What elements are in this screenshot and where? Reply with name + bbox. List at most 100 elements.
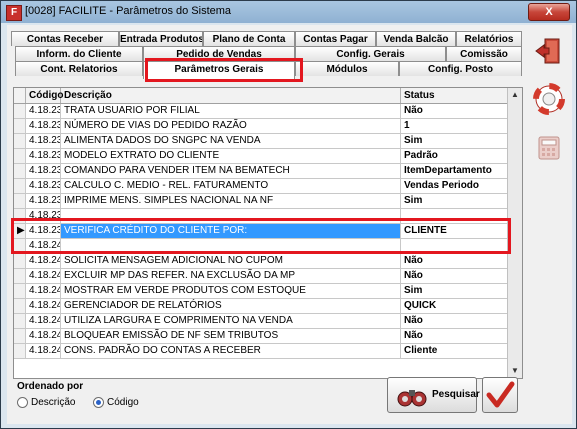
row-status: Não — [401, 269, 510, 283]
tab-strip: Contas Receber Entrada Produtos Plano de… — [11, 31, 525, 85]
row-code: 4.18.231 — [26, 104, 61, 118]
table-row[interactable]: 4.18.241SOLICITA MENSAGEM ADICIONAL NO C… — [14, 254, 510, 269]
row-status: QUICK — [401, 299, 510, 313]
row-indicator — [14, 134, 26, 148]
tab-relatorios[interactable]: Relatórios — [456, 31, 522, 46]
table-row[interactable]: 4.18.247CONS. PADRÃO DO CONTAS A RECEBER… — [14, 344, 510, 359]
tab-config-posto[interactable]: Config. Posto — [399, 61, 522, 76]
row-description: SOLICITA MENSAGEM ADICIONAL NO CUPOM — [61, 254, 401, 268]
tab-entrada-produtos[interactable]: Entrada Produtos — [119, 31, 203, 46]
table-row[interactable]: 4.18.233ALIMENTA DADOS DO SNGPC NA VENDA… — [14, 134, 510, 149]
calculator-icon[interactable] — [533, 131, 565, 163]
radio-descricao-label: Descrição — [31, 397, 76, 409]
tab-venda-balcao[interactable]: Venda Balcão — [376, 31, 456, 46]
row-indicator — [14, 179, 26, 193]
header-codigo[interactable]: Código — [26, 88, 63, 103]
table-row[interactable]: 4.18.236CALCULO C. MEDIO - REL. FATURAME… — [14, 179, 510, 194]
row-description: MOSTRAR EM VERDE PRODUTOS COM ESTOQUE — [61, 284, 401, 298]
lifebuoy-icon[interactable] — [533, 83, 565, 115]
table-row[interactable]: 4.18.235COMANDO PARA VENDER ITEM NA BEMA… — [14, 164, 510, 179]
title-bar: F [0028] FACILITE - Parâmetros do Sistem… — [1, 1, 576, 23]
tab-contas-pagar[interactable]: Contas Pagar — [295, 31, 376, 46]
sort-by-label: Ordenado por — [17, 381, 84, 392]
sort-by-group: Ordenado por Descrição Código — [15, 381, 175, 419]
row-indicator — [14, 329, 26, 343]
tab-contas-receber[interactable]: Contas Receber — [11, 31, 119, 46]
row-code: 4.18.241 — [26, 254, 61, 268]
table-row[interactable]: 4.18.237IMPRIME MENS. SIMPLES NACIONAL N… — [14, 194, 510, 209]
tab-plano-de-conta[interactable]: Plano de Conta — [203, 31, 295, 46]
radio-codigo-label: Código — [107, 397, 139, 409]
row-status: Não — [401, 329, 510, 343]
row-description: CALCULO C. MEDIO - REL. FATURAMENTO — [61, 179, 401, 193]
row-description: ALIMENTA DADOS DO SNGPC NA VENDA — [61, 134, 401, 148]
table-row[interactable]: 4.18.231TRATA USUARIO POR FILIALNão — [14, 104, 510, 119]
table-row[interactable]: 4.18.232NÚMERO DE VIAS DO PEDIDO RAZÃO1 — [14, 119, 510, 134]
tab-config-gerais[interactable]: Config. Gerais — [295, 46, 446, 61]
row-code: 4.18.234 — [26, 149, 61, 163]
row-status: Não — [401, 104, 510, 118]
row-status: Cliente — [401, 344, 510, 358]
row-status: Vendas Periodo — [401, 179, 510, 193]
table-row[interactable]: 4.18.245UTILIZA LARGURA E COMPRIMENTO NA… — [14, 314, 510, 329]
binoculars-icon — [397, 390, 427, 407]
row-description: BLOQUEAR EMISSÃO DE NF SEM TRIBUTOS — [61, 329, 401, 343]
table-row[interactable]: 4.18.234MODELO EXTRATO DO CLIENTEPadrão — [14, 149, 510, 164]
row-indicator — [14, 344, 26, 358]
row-description: CONS. PADRÃO DO CONTAS A RECEBER — [61, 344, 401, 358]
row-status: Padrão — [401, 149, 510, 163]
row-status: Sim — [401, 284, 510, 298]
row-description: TRATA USUARIO POR FILIAL — [61, 104, 401, 118]
row-indicator — [14, 104, 26, 118]
header-status[interactable]: Status — [401, 88, 510, 103]
row-status: Sim — [401, 134, 510, 148]
row-description: GERENCIADOR DE RELATÓRIOS — [61, 299, 401, 313]
radio-codigo-dot[interactable] — [93, 397, 104, 408]
pesquisar-button[interactable]: Pesquisar — [387, 377, 480, 413]
row-highlight-box — [11, 218, 511, 254]
table-row[interactable]: 4.18.246BLOQUEAR EMISSÃO DE NF SEM TRIBU… — [14, 329, 510, 344]
row-indicator — [14, 269, 26, 283]
row-code: 4.18.244 — [26, 299, 61, 313]
window-title: [0028] FACILITE - Parâmetros do Sistema — [25, 5, 232, 17]
row-status: 1 — [401, 119, 510, 133]
row-code: 4.18.242 — [26, 269, 61, 283]
row-code: 4.18.245 — [26, 314, 61, 328]
tab-cont-relatorios[interactable]: Cont. Relatorios — [15, 61, 143, 76]
row-indicator — [14, 149, 26, 163]
grid-header: Código Descrição Status — [14, 88, 510, 104]
row-description: NÚMERO DE VIAS DO PEDIDO RAZÃO — [61, 119, 401, 133]
side-toolbar — [530, 31, 570, 191]
close-button[interactable]: X — [528, 3, 570, 21]
scroll-down-icon[interactable]: ▼ — [510, 366, 520, 376]
row-description: MODELO EXTRATO DO CLIENTE — [61, 149, 401, 163]
header-descricao[interactable]: Descrição — [61, 88, 401, 103]
row-code: 4.18.246 — [26, 329, 61, 343]
table-row[interactable]: 4.18.243MOSTRAR EM VERDE PRODUTOS COM ES… — [14, 284, 510, 299]
tab-highlight-box — [145, 58, 303, 82]
row-indicator — [14, 164, 26, 178]
header-indicator — [14, 88, 26, 103]
row-description: COMANDO PARA VENDER ITEM NA BEMATECH — [61, 164, 401, 178]
tab-inform-cliente[interactable]: Inform. do Cliente — [15, 46, 143, 61]
radio-descricao-dot[interactable] — [17, 397, 28, 408]
row-description: EXCLUIR MP DAS REFER. NA EXCLUSÃO DA MP — [61, 269, 401, 283]
row-code: 4.18.233 — [26, 134, 61, 148]
row-indicator — [14, 194, 26, 208]
tab-comissao[interactable]: Comissão — [446, 46, 522, 61]
exit-door-icon[interactable] — [533, 35, 565, 67]
table-row[interactable]: 4.18.244GERENCIADOR DE RELATÓRIOSQUICK — [14, 299, 510, 314]
row-indicator — [14, 254, 26, 268]
radio-codigo[interactable]: Código — [93, 397, 139, 408]
row-code: 4.18.247 — [26, 344, 61, 358]
radio-descricao[interactable]: Descrição — [17, 397, 75, 408]
row-code: 4.18.235 — [26, 164, 61, 178]
table-row[interactable]: 4.18.242EXCLUIR MP DAS REFER. NA EXCLUSÃ… — [14, 269, 510, 284]
app-icon: F — [6, 5, 22, 21]
tab-modulos[interactable]: Módulos — [295, 61, 399, 76]
pesquisar-label: Pesquisar — [432, 389, 480, 400]
scroll-up-icon[interactable]: ▲ — [510, 90, 520, 100]
confirm-button[interactable] — [482, 377, 518, 413]
row-code: 4.18.243 — [26, 284, 61, 298]
row-status: Não — [401, 254, 510, 268]
